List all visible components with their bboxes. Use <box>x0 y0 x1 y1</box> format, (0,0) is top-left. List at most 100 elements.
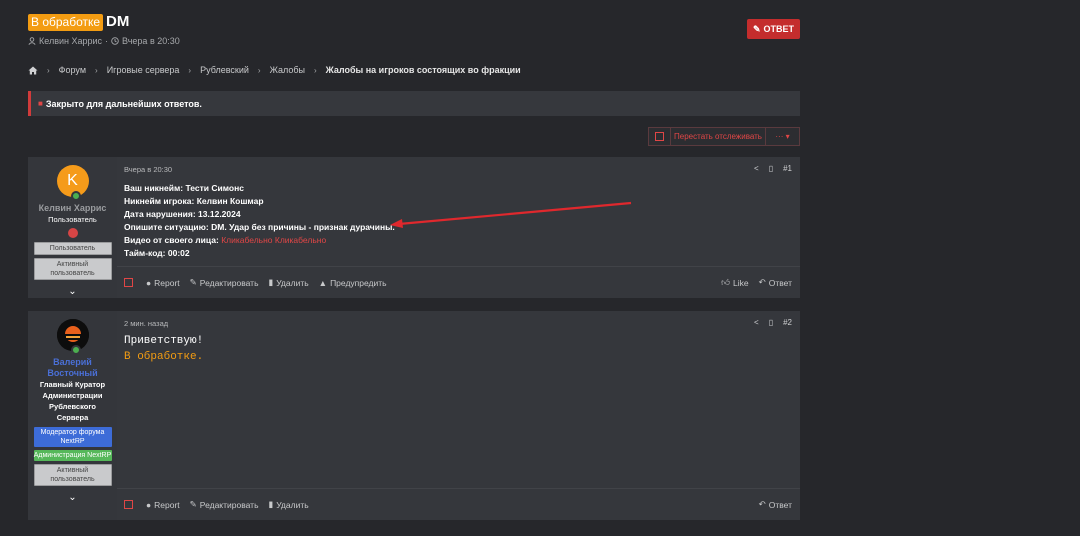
content-line: Опишите ситуацию: DM. Удар без причины -… <box>124 222 395 232</box>
report-button[interactable]: ● Report <box>146 278 180 288</box>
chevron-right-icon: › <box>188 65 192 75</box>
content-line: Дата нарушения: 13.12.2024 <box>124 209 241 219</box>
post-body: 2 мин. назад < ▯ #2 Приветствую! В обраб… <box>117 311 800 520</box>
chevron-down-icon[interactable]: ⌄ <box>68 492 76 503</box>
footer-right: ↶ Ответ <box>759 499 792 510</box>
select-checkbox[interactable] <box>124 278 133 287</box>
warn-button[interactable]: ▲ Предупредить <box>319 278 387 288</box>
edit-button[interactable]: ✎ Редактировать <box>190 277 259 288</box>
post: Валерий Восточный Главный Куратор Админи… <box>28 311 800 520</box>
breadcrumb-item[interactable]: Форум <box>59 65 86 75</box>
avatar[interactable] <box>56 319 89 355</box>
chevron-right-icon: › <box>313 65 317 75</box>
user-title: Главный Куратор Администрации Рублевског… <box>39 380 106 422</box>
annotation-arrow <box>390 201 632 228</box>
breadcrumb-item[interactable]: Игровые сервера <box>107 65 180 75</box>
thread-date[interactable]: Вчера в 20:30 <box>122 36 180 46</box>
select-checkbox[interactable] <box>124 500 133 509</box>
post-tools: < ▯ #1 <box>754 164 792 173</box>
unwatch-button[interactable]: Перестать отслеживать <box>671 128 766 145</box>
content-line: Видео от своего лица: Кликабельно Кликаб… <box>124 235 327 245</box>
chevron-right-icon: › <box>95 65 98 75</box>
closed-notice: ■ Закрыто для дальнейших ответов. <box>28 91 800 116</box>
online-indicator <box>70 345 81 355</box>
reply-button-label: ОТВЕТ <box>763 24 795 34</box>
warning-icon: ▲ <box>318 277 328 288</box>
like-button[interactable]: 👍︎ Like <box>721 277 748 288</box>
breadcrumb-current[interactable]: Жалобы на игроков состоящих во фракции <box>326 65 521 75</box>
pencil-icon: ✎ <box>189 277 197 287</box>
avatar-letter: K <box>67 172 78 189</box>
delete-button[interactable]: ▮ Удалить <box>269 499 309 510</box>
bookmark-icon[interactable]: ▯ <box>769 318 773 327</box>
user-column: K Келвин Харрис Пользователь Пользовател… <box>28 157 117 298</box>
chevron-right-icon: › <box>47 65 50 75</box>
bookmark-icon[interactable]: ▯ <box>769 164 773 173</box>
reply-icon: ↶ <box>758 277 766 287</box>
post-content: Приветствую! В обработке. <box>124 333 203 365</box>
clock-icon <box>111 37 119 45</box>
user-name[interactable]: Келвин Харрис <box>39 203 107 214</box>
more-menu-button[interactable]: ··· ▾ <box>766 128 799 145</box>
role-badge: Активный пользователь <box>33 464 112 486</box>
user-name[interactable]: Валерий Восточный <box>43 357 103 379</box>
avatar[interactable]: K <box>56 165 89 201</box>
trash-icon: ▮ <box>268 499 274 509</box>
greeting-text: Приветствую! <box>124 335 204 347</box>
tracking-controls: Перестать отслеживать ··· ▾ <box>648 127 800 146</box>
post-footer: ● Report ✎ Редактировать ▮ Удалить ↶ Ответ <box>117 488 800 520</box>
page-title: DM <box>106 13 130 30</box>
post: K Келвин Харрис Пользователь Пользовател… <box>28 157 800 298</box>
post-number[interactable]: #1 <box>783 164 792 173</box>
quote-reply-button[interactable]: ↶ Ответ <box>759 499 792 510</box>
report-button[interactable]: ● Report <box>146 500 180 510</box>
breadcrumb-item[interactable]: Жалобы <box>270 65 305 75</box>
post-date[interactable]: 2 мин. назад <box>124 319 168 328</box>
thread-meta: Келвин Харрис · Вчера в 20:30 <box>28 36 180 46</box>
pencil-icon: ✎ <box>189 499 197 509</box>
post-body: Вчера в 20:30 < ▯ #1 Ваш никнейм: Тести … <box>117 157 800 298</box>
post-content: Ваш никнейм: Тести Симонс Никнейм игрока… <box>124 182 395 260</box>
home-icon[interactable] <box>28 66 38 75</box>
pencil-icon: ✎ <box>752 23 761 34</box>
user-column: Валерий Восточный Главный Куратор Админи… <box>28 311 117 520</box>
post-tools: < ▯ #2 <box>754 318 792 327</box>
breadcrumb: › Форум › Игровые сервера › Рублевский ›… <box>28 65 521 75</box>
chevron-right-icon: › <box>257 65 261 75</box>
share-icon[interactable]: < <box>754 318 759 327</box>
reply-button[interactable]: ✎ ОТВЕТ <box>747 19 800 39</box>
role-badge: Администрация NextRP <box>33 450 112 461</box>
reply-icon: ↶ <box>758 499 766 509</box>
share-icon[interactable]: < <box>754 164 759 173</box>
online-indicator <box>70 191 81 201</box>
thread-author[interactable]: Келвин Харрис <box>39 36 102 46</box>
thumb-up-icon: 👍︎ <box>721 277 731 287</box>
edit-button[interactable]: ✎ Редактировать <box>190 499 259 510</box>
quote-reply-button[interactable]: ↶ Ответ <box>759 277 792 288</box>
report-icon: ● <box>146 499 152 510</box>
user-title: Пользователь <box>48 215 97 224</box>
content-line: Никнейм игрока: Келвин Кошмар <box>124 196 264 206</box>
status-text: В обработке. <box>124 351 204 363</box>
select-checkbox[interactable] <box>649 128 671 145</box>
user-rank-icon <box>67 228 78 238</box>
content-line: Ваш никнейм: Тести Симонс <box>124 183 244 193</box>
role-badge: Активный пользователь <box>33 258 112 280</box>
status-badge: В обработке <box>28 14 104 31</box>
lock-icon: ■ <box>38 99 43 108</box>
meta-separator: · <box>105 36 109 46</box>
role-badge: Модератор форума NextRP <box>33 427 112 447</box>
post-date[interactable]: Вчера в 20:30 <box>124 165 172 174</box>
video-link[interactable]: Кликабельно Кликабельно <box>221 235 326 245</box>
delete-button[interactable]: ▮ Удалить <box>269 277 309 288</box>
role-badge: Пользователь <box>33 242 112 255</box>
breadcrumb-item[interactable]: Рублевский <box>200 65 249 75</box>
post-number[interactable]: #2 <box>783 318 792 327</box>
report-icon: ● <box>146 277 152 288</box>
content-line: Тайм-код: 00:02 <box>124 248 190 258</box>
user-icon <box>28 37 36 45</box>
trash-icon: ▮ <box>268 277 274 287</box>
footer-right: 👍︎ Like ↶ Ответ <box>721 277 792 288</box>
post-footer: ● Report ✎ Редактировать ▮ Удалить ▲ Предупр… <box>117 266 800 298</box>
chevron-down-icon[interactable]: ⌄ <box>68 286 76 297</box>
